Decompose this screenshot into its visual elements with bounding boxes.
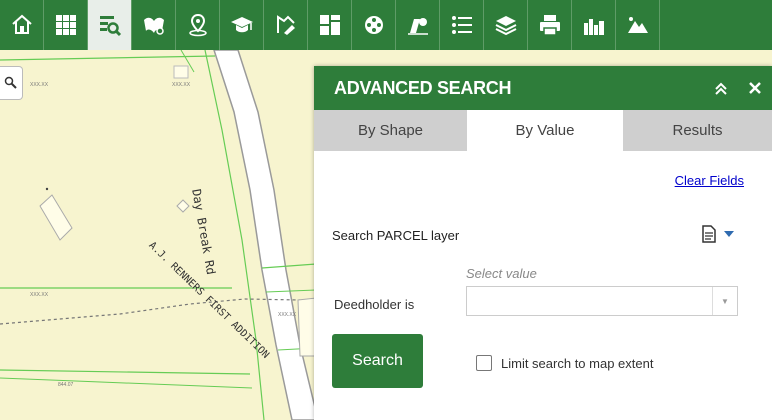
panel-tabs: By Shape By Value Results — [314, 110, 772, 151]
city-icon — [583, 19, 604, 35]
clear-fields-link[interactable]: Clear Fields — [675, 173, 744, 188]
deedholder-label: Deedholder is — [334, 297, 415, 312]
limit-extent-checkbox[interactable] — [476, 355, 492, 371]
list-tool[interactable] — [440, 0, 484, 50]
panel-title: ADVANCED SEARCH — [334, 77, 512, 98]
print-tool[interactable] — [528, 0, 572, 50]
education-tool[interactable] — [220, 0, 264, 50]
map-locator-icon — [143, 17, 164, 35]
layer-options-button[interactable] — [688, 218, 748, 250]
layers-icon — [495, 16, 516, 36]
terrain-icon — [627, 17, 648, 33]
graduation-cap-icon — [230, 17, 253, 33]
city-tool[interactable] — [572, 0, 616, 50]
close-button[interactable] — [738, 66, 772, 110]
layers-tool[interactable] — [484, 0, 528, 50]
select-arrow-icon: ▼ — [712, 287, 737, 315]
advanced-search-icon — [99, 16, 121, 37]
parcel-label: XXX.XX — [30, 82, 49, 88]
tab-by-shape[interactable]: By Shape — [314, 110, 467, 151]
map-search-button[interactable] — [0, 66, 23, 100]
parcel-label: XXX.XX — [172, 82, 191, 88]
advanced-search-tool[interactable] — [88, 0, 132, 50]
dashboard-tool[interactable] — [308, 0, 352, 50]
panel-content: Clear Fields Search PARCEL layer Select … — [314, 151, 772, 420]
parcel-label: 844.07 — [58, 382, 74, 388]
grid-tool[interactable] — [44, 0, 88, 50]
value-hint: Select value — [466, 266, 537, 281]
advanced-search-panel: ADVANCED SEARCH By Shape By Value Result… — [314, 66, 772, 420]
home-tool[interactable] — [0, 0, 44, 50]
home-icon — [11, 14, 32, 34]
search-button[interactable]: Search — [332, 334, 423, 388]
terrain-tool[interactable] — [616, 0, 660, 50]
drawing-tool[interactable] — [264, 0, 308, 50]
parcel-label: XXX.XX — [30, 292, 49, 298]
measure-tool[interactable] — [396, 0, 440, 50]
deedholder-value-select[interactable]: ▼ — [466, 286, 738, 316]
limit-extent-option[interactable]: Limit search to map extent — [476, 355, 653, 371]
magnifier-icon — [4, 76, 17, 89]
tab-by-value[interactable]: By Value — [467, 110, 623, 151]
dashboard-icon — [319, 15, 340, 35]
close-icon — [749, 82, 761, 94]
drawing-tool-icon — [276, 15, 295, 35]
list-icon — [451, 16, 472, 34]
parcel-label: XXX.XX — [278, 312, 297, 318]
grid-icon — [55, 15, 76, 35]
collapse-button[interactable] — [704, 66, 738, 110]
film-reel-tool[interactable] — [352, 0, 396, 50]
location-pin-icon — [188, 13, 207, 37]
main-toolbar — [0, 0, 772, 50]
film-reel-icon — [364, 16, 383, 34]
tab-results[interactable]: Results — [623, 110, 772, 151]
document-icon — [702, 225, 716, 243]
location-pin-tool[interactable] — [176, 0, 220, 50]
measure-icon — [407, 18, 428, 35]
layer-label: Search PARCEL layer — [332, 228, 460, 243]
map-locator-tool[interactable] — [132, 0, 176, 50]
limit-extent-label: Limit search to map extent — [501, 355, 654, 371]
print-icon — [539, 15, 560, 36]
double-chevron-up-icon — [715, 82, 727, 95]
panel-header: ADVANCED SEARCH — [314, 66, 772, 110]
caret-down-icon — [724, 231, 734, 237]
